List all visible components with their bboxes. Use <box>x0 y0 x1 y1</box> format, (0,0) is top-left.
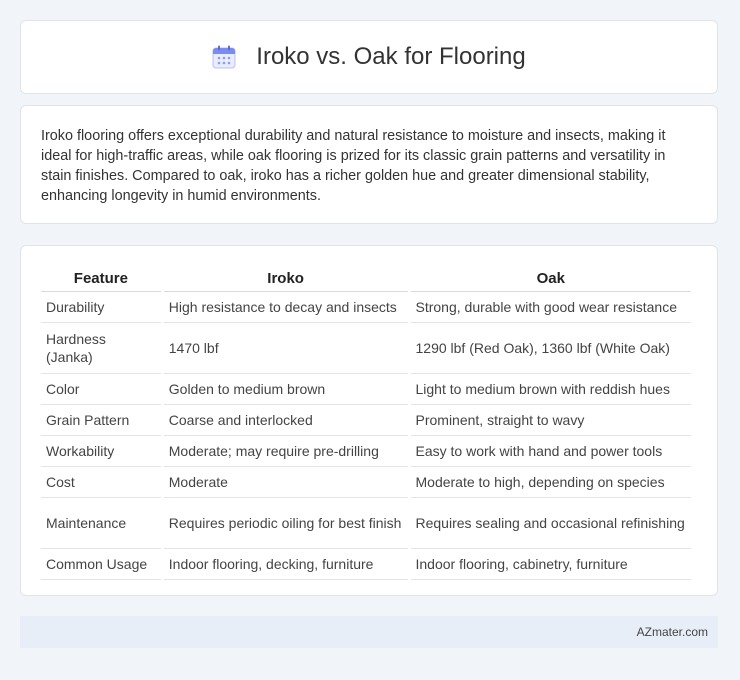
calendar-icon <box>212 45 236 69</box>
table-row: Durability High resistance to decay and … <box>41 292 691 323</box>
iroko-cell: Moderate; may require pre-drilling <box>163 436 408 467</box>
intro-card: Iroko flooring offers exceptional durabi… <box>20 105 718 224</box>
intro-paragraph: Iroko flooring offers exceptional durabi… <box>41 128 666 204</box>
iroko-cell: Indoor flooring, decking, furniture <box>163 549 408 580</box>
footer-site-link[interactable]: AZmater.com <box>637 625 708 639</box>
feature-cell: Maintenance <box>41 498 161 549</box>
iroko-cell: Golden to medium brown <box>163 374 408 405</box>
oak-cell: Strong, durable with good wear resistanc… <box>410 292 691 323</box>
oak-cell: Light to medium brown with reddish hues <box>410 374 691 405</box>
table-row: Workability Moderate; may require pre-dr… <box>41 436 691 467</box>
feature-cell: Common Usage <box>41 549 161 580</box>
comparison-card: Feature Iroko Oak Durability High resist… <box>20 245 718 596</box>
header-feature: Feature <box>41 264 161 292</box>
oak-cell: Requires sealing and occasional refinish… <box>410 498 691 549</box>
oak-cell: Moderate to high, depending on species <box>410 467 691 498</box>
header-oak: Oak <box>410 264 691 292</box>
iroko-cell: 1470 lbf <box>163 323 408 374</box>
iroko-cell: Moderate <box>163 467 408 498</box>
table-row: Cost Moderate Moderate to high, dependin… <box>41 467 691 498</box>
table-header-row: Feature Iroko Oak <box>41 264 691 292</box>
comparison-table: Feature Iroko Oak Durability High resist… <box>38 264 694 580</box>
feature-cell: Workability <box>41 436 161 467</box>
table-row: Common Usage Indoor flooring, decking, f… <box>41 549 691 580</box>
table-row: Grain Pattern Coarse and interlocked Pro… <box>41 405 691 436</box>
oak-cell: Indoor flooring, cabinetry, furniture <box>410 549 691 580</box>
title-card: Iroko vs. Oak for Flooring <box>20 20 718 94</box>
header-iroko: Iroko <box>163 264 408 292</box>
feature-cell: Grain Pattern <box>41 405 161 436</box>
oak-cell: Easy to work with hand and power tools <box>410 436 691 467</box>
table-row: Maintenance Requires periodic oiling for… <box>41 498 691 549</box>
oak-cell: Prominent, straight to wavy <box>410 405 691 436</box>
iroko-cell: Requires periodic oiling for best finish <box>163 498 408 549</box>
footer: AZmater.com <box>20 616 718 648</box>
feature-cell: Cost <box>41 467 161 498</box>
oak-cell: 1290 lbf (Red Oak), 1360 lbf (White Oak) <box>410 323 691 374</box>
table-row: Hardness (Janka) 1470 lbf 1290 lbf (Red … <box>41 323 691 374</box>
iroko-cell: High resistance to decay and insects <box>163 292 408 323</box>
table-row: Color Golden to medium brown Light to me… <box>41 374 691 405</box>
feature-cell: Color <box>41 374 161 405</box>
feature-cell: Durability <box>41 292 161 323</box>
iroko-cell: Coarse and interlocked <box>163 405 408 436</box>
page-title: Iroko vs. Oak for Flooring <box>256 43 526 70</box>
feature-cell: Hardness (Janka) <box>41 323 161 374</box>
